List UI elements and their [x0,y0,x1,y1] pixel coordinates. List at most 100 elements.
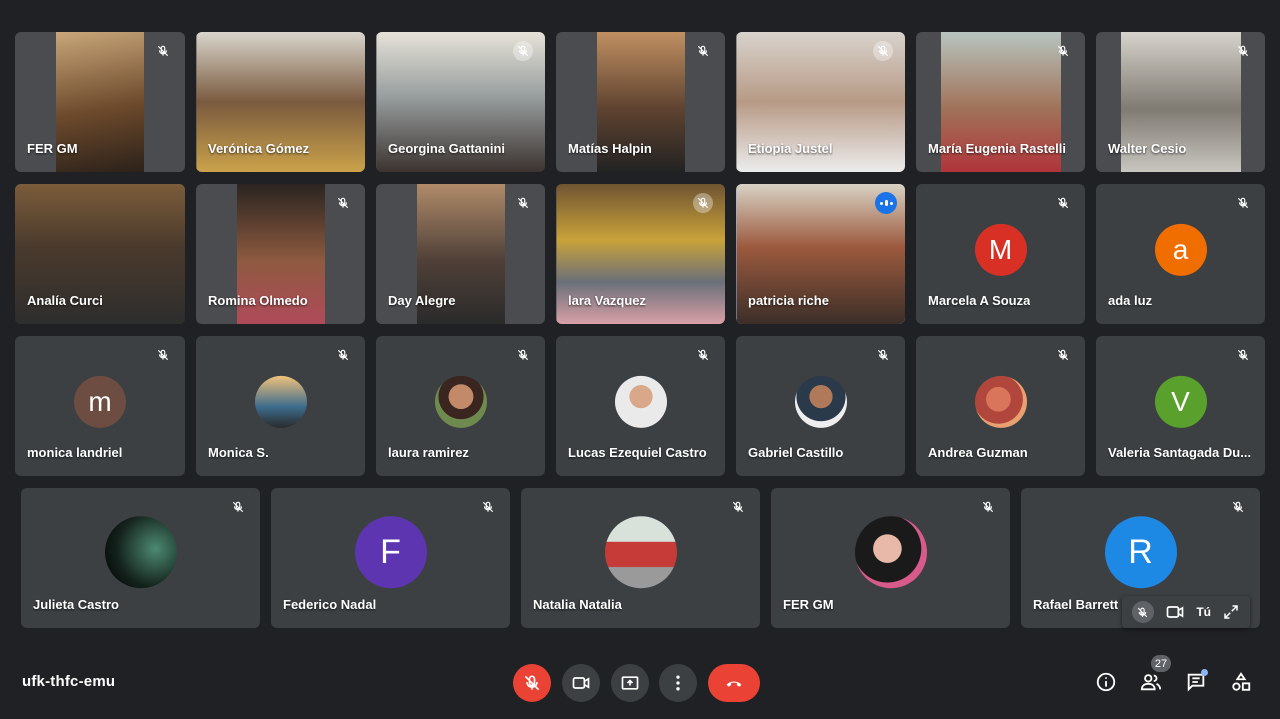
self-view-bar: Tú [1122,596,1250,628]
participant-name: Day Alegre [388,293,456,308]
present-screen-button[interactable] [611,664,649,702]
participant-tile[interactable]: Day Alegre [376,184,545,324]
participant-name: Gabriel Castillo [748,445,844,460]
meeting-details-button[interactable] [1093,669,1119,695]
participant-name: Georgina Gattanini [388,141,506,156]
people-button[interactable] [1138,669,1164,695]
mic-off-icon [333,345,353,365]
participant-name: ada luz [1108,293,1153,308]
camera-icon [572,677,590,689]
mic-off-icon [728,497,748,517]
participant-tile[interactable]: F Federico Nadal [271,488,510,628]
avatar-photo [614,375,667,428]
participant-tile[interactable]: m monica landriel [15,336,185,476]
participant-name: Marcela A Souza [928,293,1031,308]
self-mic-off-icon[interactable] [1131,601,1154,623]
self-view-label: Tú [1196,605,1211,619]
participant-name: Romina Olmedo [208,293,308,308]
participant-tile-speaking[interactable]: patricia riche [736,184,905,324]
avatar-photo [854,516,927,589]
participant-tile[interactable]: Natalia Natalia [521,488,760,628]
mic-off-icon [153,345,173,365]
more-vert-icon [676,675,680,691]
participant-name: Etiopia Justel [748,141,833,156]
participant-tile[interactable]: María Eugenia Rastelli [916,32,1085,172]
participant-tile[interactable]: Analía Curci [15,184,185,324]
participant-tile[interactable]: V Valeria Santagada Du... [1096,336,1265,476]
participant-tile[interactable]: Matías Halpin [556,32,725,172]
avatar: V [1154,375,1207,428]
avatar: m [74,375,126,428]
avatar: a [1154,223,1207,276]
participant-tile[interactable]: lara Vazquez [556,184,725,324]
mic-off-icon [693,41,713,61]
mic-off-icon [1233,193,1253,213]
mic-off-icon [978,497,998,517]
avatar: F [354,516,427,589]
participant-name: Andrea Guzman [928,445,1028,460]
people-icon [1140,674,1162,691]
new-message-dot [1201,669,1208,676]
avatar-photo [104,516,177,589]
speaking-indicator-icon [875,192,897,214]
leave-call-button[interactable] [708,664,760,702]
info-icon [1096,672,1116,692]
participant-tile[interactable]: Andrea Guzman [916,336,1085,476]
mic-off-icon [478,497,498,517]
more-options-button[interactable] [659,664,697,702]
activities-button[interactable] [1228,669,1254,695]
mic-off-icon [524,675,540,691]
participant-tile[interactable]: Etiopia Justel [736,32,905,172]
participant-tile[interactable]: Romina Olmedo [196,184,365,324]
participant-name: Monica S. [208,445,269,460]
mic-off-icon [1228,497,1248,517]
mic-off-icon [1053,193,1073,213]
participant-tile[interactable]: Verónica Gómez [196,32,365,172]
participant-name: FER GM [27,141,78,156]
mic-off-icon [513,41,533,61]
avatar-photo [794,375,847,428]
avatar-photo [434,375,487,428]
participant-name: Lucas Ezequiel Castro [568,445,707,460]
participant-tile[interactable]: Monica S. [196,336,365,476]
hang-up-icon [726,681,742,687]
participant-tile[interactable]: FER GM [771,488,1010,628]
participant-grid: FER GM Verónica Gómez Georgina Gattanini… [0,0,1280,645]
participant-name: Federico Nadal [283,597,377,612]
present-screen-icon [621,676,639,690]
mic-off-icon [153,41,173,61]
bottom-toolbar: ufk-thfc-emu 27 [0,645,1280,719]
microphone-toggle-button[interactable] [513,664,551,702]
participant-name: laura ramirez [388,445,469,460]
activities-icon [1232,672,1251,691]
self-camera-icon[interactable] [1165,602,1185,622]
avatar: M [974,223,1027,276]
participant-name: Julieta Castro [33,597,119,612]
avatar: R [1104,516,1177,589]
participant-name: monica landriel [27,445,123,460]
mic-off-icon [513,193,533,213]
participant-tile[interactable]: Gabriel Castillo [736,336,905,476]
mic-off-icon [513,345,533,365]
participant-tile[interactable]: FER GM [15,32,185,172]
mic-off-icon [873,41,893,61]
mic-off-icon [693,345,713,365]
participant-name: Rafael Barrett [1033,597,1119,612]
participant-tile[interactable]: Georgina Gattanini [376,32,545,172]
mic-off-icon [1233,345,1253,365]
mic-off-icon [1053,41,1073,61]
participant-name: Matías Halpin [568,141,652,156]
mic-off-icon [333,193,353,213]
expand-icon[interactable] [1222,603,1240,621]
participant-tile[interactable]: a ada luz [1096,184,1265,324]
participant-name: Analía Curci [27,293,103,308]
participant-tile[interactable]: M Marcela A Souza [916,184,1085,324]
mic-off-icon [228,497,248,517]
participant-tile[interactable]: Walter Cesio [1096,32,1265,172]
mic-off-icon [1053,345,1073,365]
camera-toggle-button[interactable] [562,664,600,702]
meeting-code: ufk-thfc-emu [22,673,116,690]
participant-tile[interactable]: Julieta Castro [21,488,260,628]
participant-tile[interactable]: Lucas Ezequiel Castro [556,336,725,476]
participant-tile[interactable]: laura ramirez [376,336,545,476]
